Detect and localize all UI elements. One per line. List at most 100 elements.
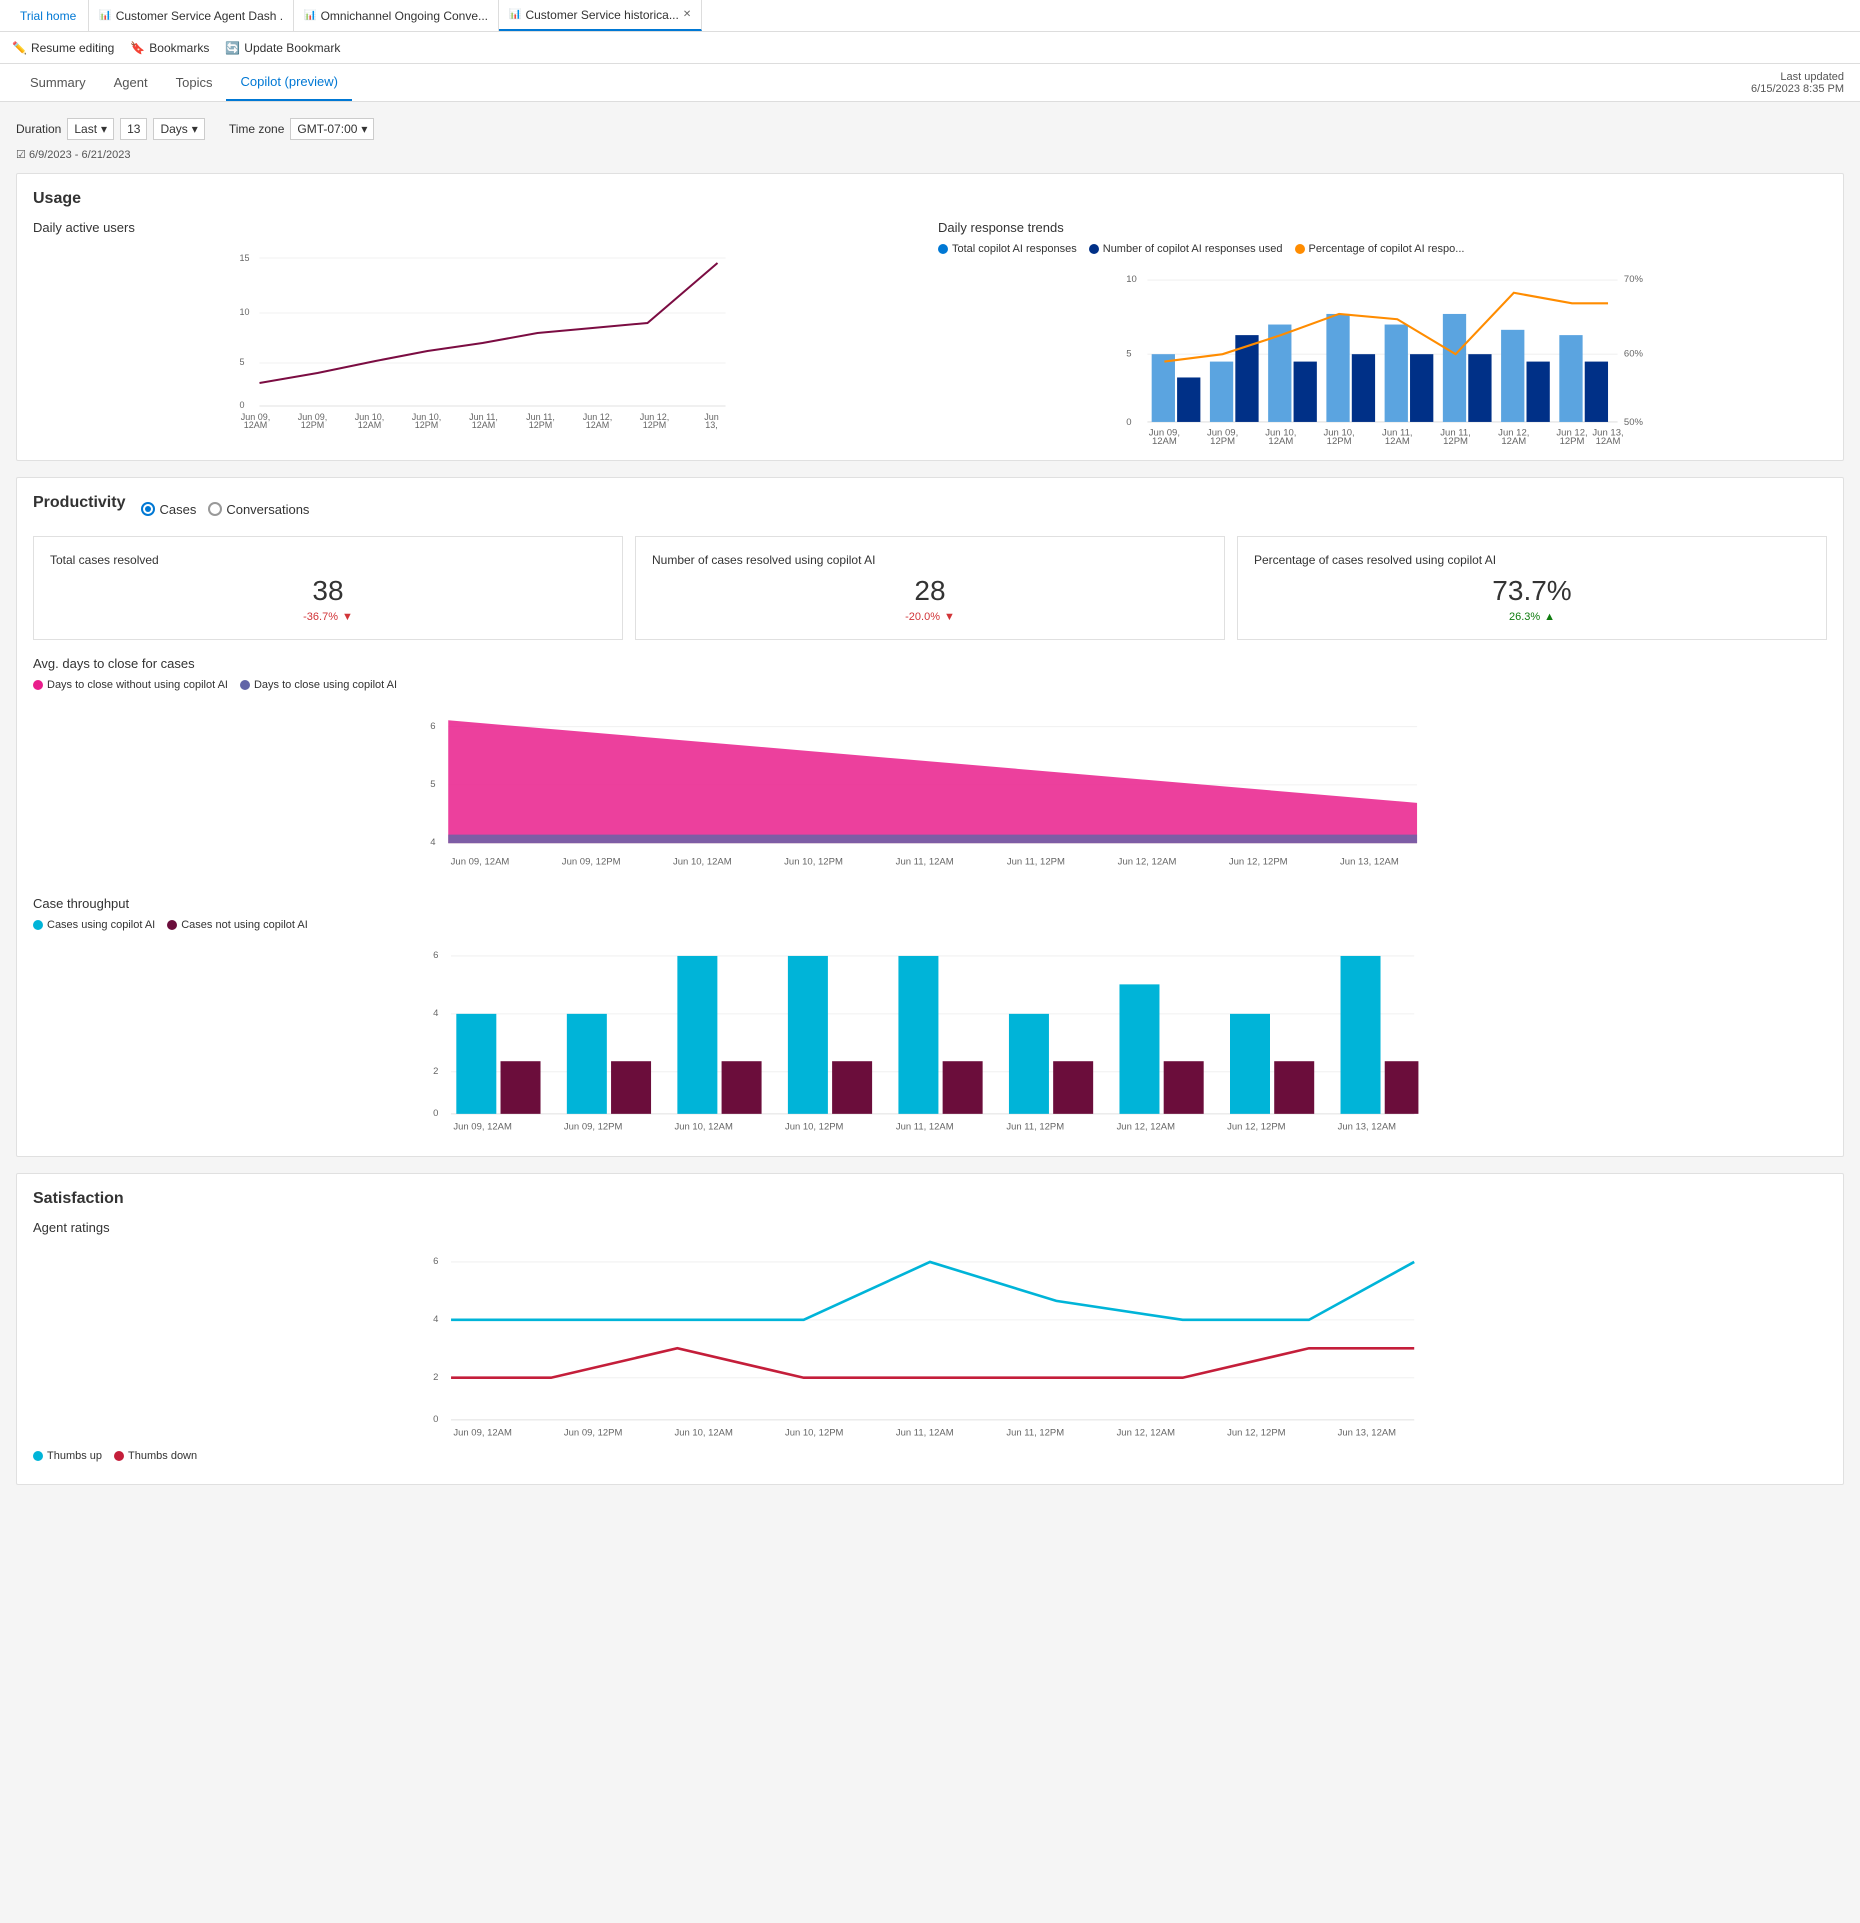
- daily-active-users-title: Daily active users: [33, 220, 922, 235]
- svg-text:Jun 09, 12AM: Jun 09, 12AM: [453, 1122, 512, 1133]
- arrow-up-2: ▲: [1544, 611, 1555, 623]
- tab-label-csa: Customer Service Agent Dash .: [116, 9, 283, 23]
- svg-text:12PM: 12PM: [1210, 436, 1235, 447]
- bookmarks-btn[interactable]: 🔖 Bookmarks: [130, 41, 209, 55]
- svg-text:Jun 09, 12AM: Jun 09, 12AM: [451, 856, 510, 867]
- duration-unit-select[interactable]: Days ▾: [153, 118, 204, 140]
- duration-option-value: Last: [74, 122, 97, 136]
- timezone-filter: Time zone GMT-07:00 ▾: [229, 118, 375, 140]
- radio-circle-conversations: [208, 502, 222, 516]
- svg-text:Jun 10, 12AM: Jun 10, 12AM: [674, 1428, 733, 1439]
- tab-omnichannel[interactable]: 📊 Omnichannel Ongoing Conve...: [294, 0, 499, 31]
- metric-label-1: Number of cases resolved using copilot A…: [652, 553, 1208, 567]
- metric-value-1: 28: [652, 575, 1208, 607]
- svg-text:4: 4: [433, 1314, 438, 1325]
- legend-label-with: Days to close using copilot AI: [254, 679, 397, 691]
- filter-row: Duration Last ▾ 13 Days ▾ Time zone GMT-…: [16, 118, 1844, 140]
- agent-ratings-title: Agent ratings: [33, 1220, 1827, 1235]
- radio-label-conversations: Conversations: [226, 502, 309, 517]
- svg-text:15: 15: [240, 253, 250, 263]
- legend-dot-used: [1089, 244, 1099, 254]
- svg-text:4: 4: [430, 837, 436, 848]
- legend-dot-without: [33, 680, 43, 690]
- svg-text:12PM: 12PM: [415, 420, 439, 430]
- update-bookmark-label: Update Bookmark: [244, 41, 340, 55]
- legend-label-no-copilot: Cases not using copilot AI: [181, 919, 308, 931]
- svg-text:70%: 70%: [1624, 274, 1644, 285]
- metric-change-val-1: -20.0%: [905, 611, 940, 623]
- legend-without-copilot: Days to close without using copilot AI: [33, 679, 228, 691]
- resume-editing-btn[interactable]: ✏️ Resume editing: [12, 41, 114, 55]
- top-bar: Trial home 📊 Customer Service Agent Dash…: [0, 0, 1860, 32]
- timezone-label: Time zone: [229, 122, 285, 136]
- svg-text:Jun 09, 12PM: Jun 09, 12PM: [562, 856, 621, 867]
- svg-text:12PM: 12PM: [301, 420, 325, 430]
- svg-text:5: 5: [430, 779, 435, 790]
- svg-text:12AM: 12AM: [1501, 436, 1526, 447]
- tab-close-cs[interactable]: ✕: [683, 9, 691, 20]
- legend-dot-pct: [1295, 244, 1305, 254]
- tab-icon-cs: 📊: [509, 9, 521, 20]
- case-throughput-container: Case throughput Cases using copilot AI C…: [33, 896, 1827, 1140]
- chevron-down-icon-tz: ▾: [361, 122, 367, 136]
- svg-text:6: 6: [433, 950, 438, 961]
- duration-option-select[interactable]: Last ▾: [67, 118, 114, 140]
- svg-text:Jun 10, 12AM: Jun 10, 12AM: [673, 856, 732, 867]
- main-content: Duration Last ▾ 13 Days ▾ Time zone GMT-…: [0, 102, 1860, 1517]
- tab-label-cs: Customer Service historica...: [525, 8, 678, 22]
- metric-label-2: Percentage of cases resolved using copil…: [1254, 553, 1810, 567]
- svg-text:0: 0: [433, 1108, 438, 1119]
- satisfaction-title: Satisfaction: [33, 1190, 1827, 1208]
- radio-circle-cases: [141, 502, 155, 516]
- avg-days-svg: 6 5 4 Jun 09, 12AM Jun 09, 12PM Jun 10, …: [33, 697, 1827, 877]
- metric-copilot-cases: Number of cases resolved using copilot A…: [635, 536, 1225, 640]
- tab-summary[interactable]: Summary: [16, 65, 100, 100]
- legend-dot-total: [938, 244, 948, 254]
- tab-cs-historical[interactable]: 📊 Customer Service historica... ✕: [499, 0, 702, 31]
- svg-text:12AM: 12AM: [472, 420, 496, 430]
- tab-topics[interactable]: Topics: [162, 65, 227, 100]
- svg-text:Jun 13, 12AM: Jun 13, 12AM: [1338, 1122, 1397, 1133]
- productivity-title: Productivity: [33, 494, 125, 512]
- metric-change-1: -20.0% ▼: [652, 611, 1208, 623]
- tab-csa-dash[interactable]: 📊 Customer Service Agent Dash .: [89, 0, 294, 31]
- svg-text:12AM: 12AM: [1268, 436, 1293, 447]
- svg-text:Jun 11, 12PM: Jun 11, 12PM: [1007, 856, 1065, 867]
- svg-text:4: 4: [433, 1008, 438, 1019]
- legend-thumbs-up: Thumbs up: [33, 1450, 102, 1462]
- metric-value-2: 73.7%: [1254, 575, 1810, 607]
- daily-response-trends-title: Daily response trends: [938, 220, 1827, 235]
- legend-label-total: Total copilot AI responses: [952, 243, 1077, 255]
- svg-text:Jun 11, 12PM: Jun 11, 12PM: [1006, 1122, 1064, 1133]
- svg-text:Jun 09, 12PM: Jun 09, 12PM: [564, 1428, 623, 1439]
- metric-label-0: Total cases resolved: [50, 553, 606, 567]
- svg-text:12AM: 12AM: [358, 420, 382, 430]
- agent-ratings-svg: 6 4 2 0 Jun 09, 12AM Jun 09, 12PM Jun 10…: [33, 1243, 1827, 1443]
- last-updated-label: Last updated: [1780, 71, 1844, 83]
- svg-text:Jun 10, 12PM: Jun 10, 12PM: [784, 856, 843, 867]
- tab-icon-omni: 📊: [304, 10, 316, 21]
- tab-copilot-preview[interactable]: Copilot (preview): [226, 64, 352, 101]
- svg-text:Jun 13, 12AM: Jun 13, 12AM: [1340, 856, 1399, 867]
- timezone-select[interactable]: GMT-07:00 ▾: [290, 118, 374, 140]
- duration-filter: Duration Last ▾ 13 Days ▾: [16, 118, 205, 140]
- svg-text:12AM: 12AM: [244, 420, 268, 430]
- productivity-section: Productivity Cases Conversations Total c…: [16, 477, 1844, 1157]
- svg-text:60%: 60%: [1624, 348, 1644, 359]
- trial-home-link[interactable]: Trial home: [8, 0, 89, 31]
- radio-conversations[interactable]: Conversations: [208, 502, 309, 517]
- legend-pct: Percentage of copilot AI respo...: [1295, 243, 1465, 255]
- update-bookmark-btn[interactable]: 🔄 Update Bookmark: [225, 41, 340, 55]
- tab-agent[interactable]: Agent: [100, 65, 162, 100]
- legend-label-thumbs-up: Thumbs up: [47, 1450, 102, 1462]
- svg-text:Jun 09, 12PM: Jun 09, 12PM: [564, 1122, 623, 1133]
- svg-text:2: 2: [433, 1066, 438, 1077]
- svg-text:12AM: 12AM: [1152, 436, 1177, 447]
- svg-text:12PM: 12PM: [529, 420, 553, 430]
- date-range: ☑ 6/9/2023 - 6/21/2023: [16, 148, 1844, 161]
- radio-cases[interactable]: Cases: [141, 502, 196, 517]
- svg-text:Jun 09, 12AM: Jun 09, 12AM: [453, 1428, 512, 1439]
- tab-label-omni: Omnichannel Ongoing Conve...: [321, 9, 488, 23]
- arrow-down-1: ▼: [944, 611, 955, 623]
- duration-number-select[interactable]: 13: [120, 118, 147, 140]
